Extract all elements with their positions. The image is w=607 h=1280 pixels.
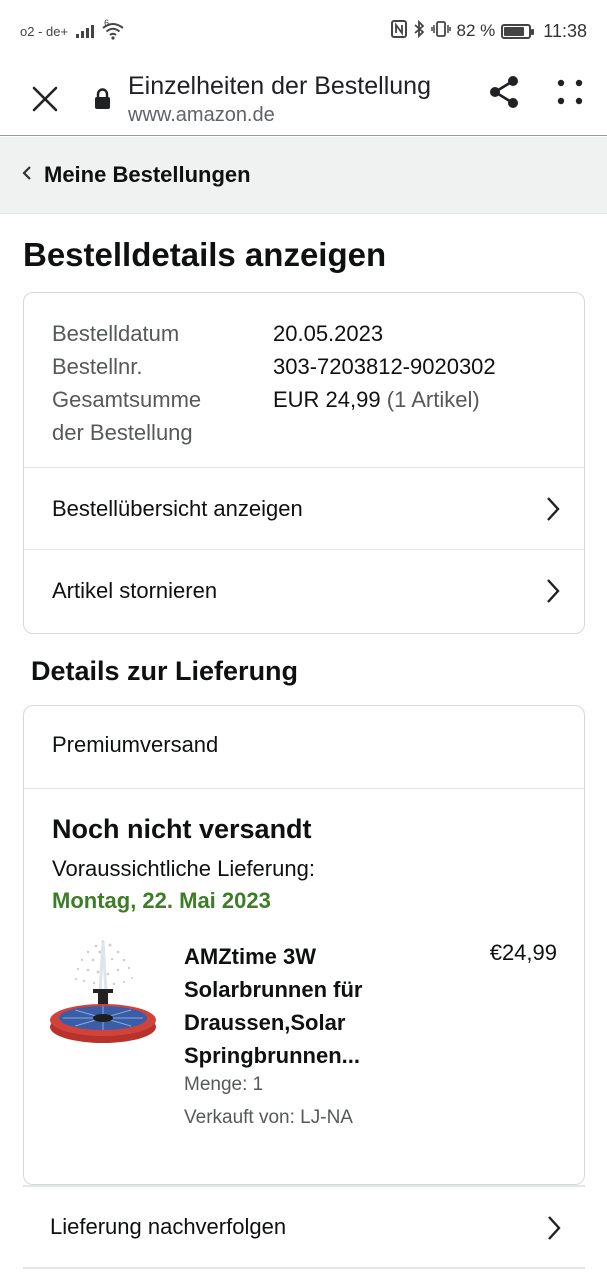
clock: 11:38 [543, 20, 587, 41]
chevron-right-icon [540, 577, 564, 605]
back-label: Meine Bestellungen [44, 162, 251, 187]
order-item-count: (1 Artikel) [386, 387, 480, 412]
back-to-orders-link[interactable]: Meine Bestellungen [0, 137, 607, 214]
order-info: Bestelldatum 20.05.2023 Bestellnr. 303-7… [52, 317, 562, 449]
eta-date: Montag, 22. Mai 2023 [52, 888, 271, 913]
signal-icon [76, 24, 95, 38]
order-number-value: 303-7203812-9020302 [273, 354, 496, 379]
product-quantity: Menge: 1 [184, 1074, 264, 1095]
delivery-card: Premiumversand Noch nicht versandt Vorau… [23, 705, 585, 1185]
chevron-right-icon [540, 495, 564, 523]
browser-toolbar: Einzelheiten der Bestellung www.amazon.d… [0, 62, 607, 136]
close-icon[interactable] [22, 76, 68, 122]
chevron-right-icon [541, 1214, 565, 1242]
cancel-items-label: Artikel stornieren [52, 577, 218, 603]
shipping-method: Premiumversand [52, 732, 219, 757]
nfc-icon [390, 19, 407, 43]
product-price: €24,99 [489, 940, 557, 965]
vibrate-icon [430, 20, 451, 43]
order-total-amount: EUR 24,99 [273, 387, 381, 412]
wifi-icon: 6 [102, 18, 124, 40]
product-title-line: Draussen,Solar [184, 1010, 346, 1035]
order-total-label-line2: der Bestellung [52, 420, 193, 445]
product-title-line: AMZtime 3W [184, 944, 316, 969]
order-date-value: 20.05.2023 [273, 321, 384, 346]
order-total-label: Gesamtsumme der Bestellung [52, 383, 273, 449]
product-title-link[interactable]: AMZtime 3W Solarbrunnen für Draussen,Sol… [184, 940, 414, 1072]
delivery-section-title: Details zur Lieferung [31, 656, 299, 686]
divider [24, 788, 584, 789]
network-badge: 6 [104, 18, 110, 28]
order-number-label: Bestellnr. [52, 354, 143, 379]
battery-icon [501, 23, 535, 39]
order-summary-card: Bestelldatum 20.05.2023 Bestellnr. 303-7… [23, 292, 585, 634]
lock-icon[interactable] [92, 87, 112, 111]
page-title: Bestelldetails anzeigen [23, 236, 387, 273]
browser-page-title: Einzelheiten der Bestellung [128, 71, 431, 100]
status-bar: o2 - de+ 6 82 % 11:38 [0, 0, 607, 62]
order-total-value: EUR 24,99 (1 Artikel) [273, 383, 480, 449]
cancel-items-link[interactable]: Artikel stornieren [24, 549, 584, 631]
page-address[interactable]: Einzelheiten der Bestellung www.amazon.d… [128, 71, 431, 127]
product-title-line: Solarbrunnen für [184, 977, 363, 1002]
order-overview-link[interactable]: Bestellübersicht anzeigen [24, 467, 584, 549]
product-seller: Verkauft von: LJ-NA [184, 1107, 353, 1128]
track-delivery-label: Lieferung nachverfolgen [50, 1214, 287, 1239]
track-delivery-link[interactable]: Lieferung nachverfolgen [23, 1185, 585, 1269]
battery-percent: 82 % [456, 21, 496, 40]
order-total-label-line1: Gesamtsumme [52, 387, 202, 412]
url-label: www.amazon.de [128, 103, 275, 126]
bluetooth-icon [413, 19, 425, 43]
carrier-label: o2 - de+ [20, 23, 69, 39]
share-icon[interactable] [484, 72, 524, 112]
product-image[interactable] [48, 934, 164, 1052]
order-overview-label: Bestellübersicht anzeigen [52, 495, 303, 521]
chevron-left-icon [22, 164, 32, 185]
order-date-label: Bestelldatum [52, 321, 180, 346]
more-icon[interactable] [550, 72, 590, 112]
product-title-line: Springbrunnen... [184, 1043, 360, 1068]
eta-label: Voraussichtliche Lieferung: [52, 856, 315, 881]
shipment-status: Noch nicht versandt [52, 814, 312, 844]
